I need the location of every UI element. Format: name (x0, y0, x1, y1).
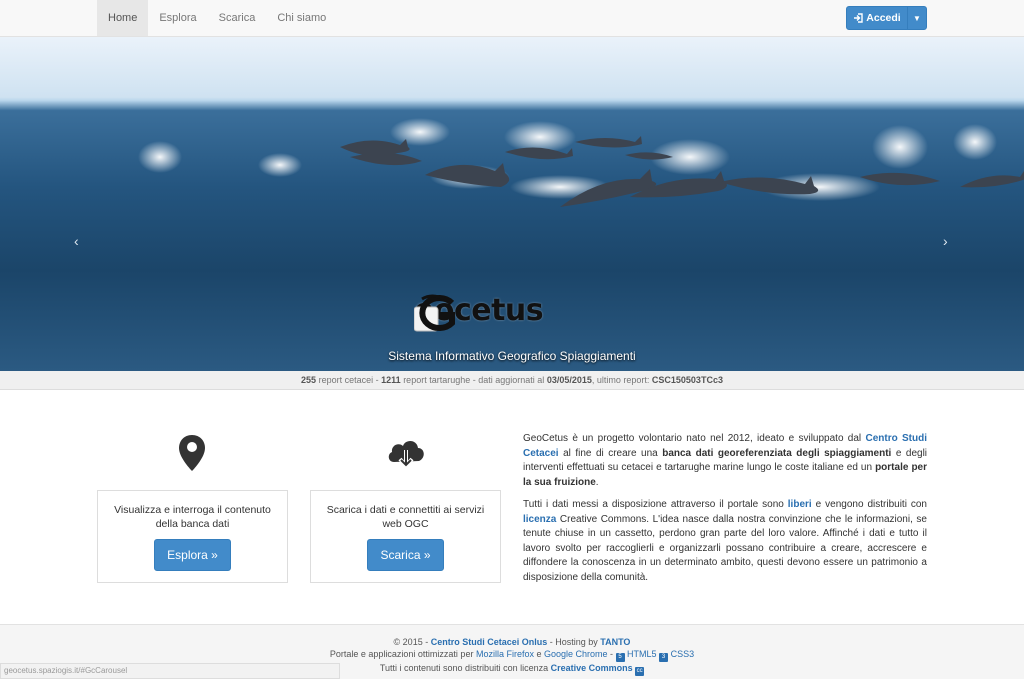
html5-icon: 5 (615, 653, 625, 662)
navbar: Home Esplora Scarica Chi siamo Accedi ▼ (0, 0, 1024, 37)
footer-text: Portale e applicazioni ottimizzati per (329, 649, 476, 659)
licenza-link[interactable]: licenza (523, 514, 556, 525)
explore-card: Visualizza e interroga il contenuto dell… (97, 490, 288, 583)
nav-item-home[interactable]: Home (97, 0, 149, 36)
login-label: Accedi (866, 12, 901, 24)
footer-text: - (607, 649, 616, 659)
description-paragraph-2: Tutti i dati messi a disposizione attrav… (523, 498, 927, 585)
login-button-group: Accedi ▼ (846, 6, 927, 30)
carousel-next-arrow[interactable]: › (943, 233, 948, 249)
creative-commons-link[interactable]: Creative Commons (551, 663, 633, 673)
desc-text: Creative Commons. L'idea nasce dalla nos… (523, 513, 927, 583)
nav-item-chi-siamo[interactable]: Chi siamo (266, 0, 337, 36)
sign-in-icon (854, 13, 863, 23)
desc-text: GeoCetus è un progetto volontario nato n… (523, 433, 866, 444)
updated-date: 03/05/2015 (546, 375, 592, 385)
desc-text: Tutti i dati messi a disposizione attrav… (523, 499, 788, 510)
download-button[interactable]: Scarica » (367, 539, 444, 571)
carousel-prev-arrow[interactable]: ‹ (74, 233, 79, 249)
footer-text: Tutti i contenuti sono distribuiti con l… (379, 663, 551, 673)
geocetus-logo: eocetus (414, 293, 544, 332)
csc-onlus-link[interactable]: Centro Studi Cetacei Onlus (431, 637, 548, 647)
last-report-id: CSC150503TCc3 (651, 375, 723, 385)
tanto-link[interactable]: TANTO (600, 637, 630, 647)
chrome-link[interactable]: Google Chrome (544, 649, 608, 659)
browser-status-bar: geocetus.spaziogis.it/#GcCarousel (0, 663, 340, 679)
liberi-link[interactable]: liberi (788, 499, 812, 510)
tartarughe-count: 1211 (381, 375, 401, 385)
css3-icon: 3 (659, 653, 669, 662)
cloud-download-icon (388, 440, 424, 470)
cetacei-count: 255 (301, 375, 317, 385)
map-marker-icon (179, 435, 205, 471)
stats-bar: 255 report cetacei - 1211 report tartaru… (0, 371, 1024, 390)
login-dropdown-toggle[interactable]: ▼ (908, 7, 926, 29)
cetacei-label: report cetacei (318, 375, 374, 385)
hero-tagline: Sistema Informativo Geografico Spiaggiam… (388, 349, 636, 363)
firefox-link[interactable]: Mozilla Firefox (476, 649, 534, 659)
desc-text: . (595, 476, 599, 488)
footer-line-2: Portale e applicazioni ottimizzati per M… (0, 648, 1024, 662)
footer-line-1: © 2015 - Centro Studi Cetacei Onlus - Ho… (0, 636, 1024, 648)
last-report-label: , ultimo report: (591, 375, 650, 385)
nav-item-esplora[interactable]: Esplora (148, 0, 207, 36)
stats-separator: - (375, 375, 379, 385)
footer-text: e (533, 649, 544, 659)
tartarughe-label: report tartarughe (403, 375, 471, 385)
description-paragraph-1: GeoCetus è un progetto volontario nato n… (523, 432, 927, 490)
caret-down-icon: ▼ (913, 13, 921, 23)
logo-g-mark (414, 294, 455, 332)
html5-link[interactable]: HTML5 (627, 649, 657, 659)
cc-icon: cc (635, 667, 645, 676)
download-text: Scarica i dati e connettiti ai servizi w… (326, 504, 485, 530)
download-card: Scarica i dati e connettiti ai servizi w… (310, 490, 501, 583)
main-nav: Home Esplora Scarica Chi siamo (97, 0, 337, 36)
footer-text: © 2015 - (393, 637, 431, 647)
footer-text: - Hosting by (547, 637, 601, 647)
project-description: GeoCetus è un progetto volontario nato n… (523, 432, 927, 593)
css3-link[interactable]: CSS3 (671, 649, 695, 659)
desc-text: e vengono distribuiti con (811, 499, 927, 510)
explore-button[interactable]: Esplora » (154, 539, 231, 571)
desc-bold: banca dati georeferenziata degli spiaggi… (662, 447, 892, 459)
login-button[interactable]: Accedi (847, 7, 908, 29)
explore-text: Visualizza e interroga il contenuto dell… (114, 504, 271, 530)
desc-text: al fine di creare una (558, 447, 663, 459)
nav-item-scarica[interactable]: Scarica (208, 0, 267, 36)
hero-carousel: ‹ › eocetus Sistema Informativo Geografi… (0, 37, 1024, 371)
updated-label: - dati aggiornati al (472, 375, 545, 385)
